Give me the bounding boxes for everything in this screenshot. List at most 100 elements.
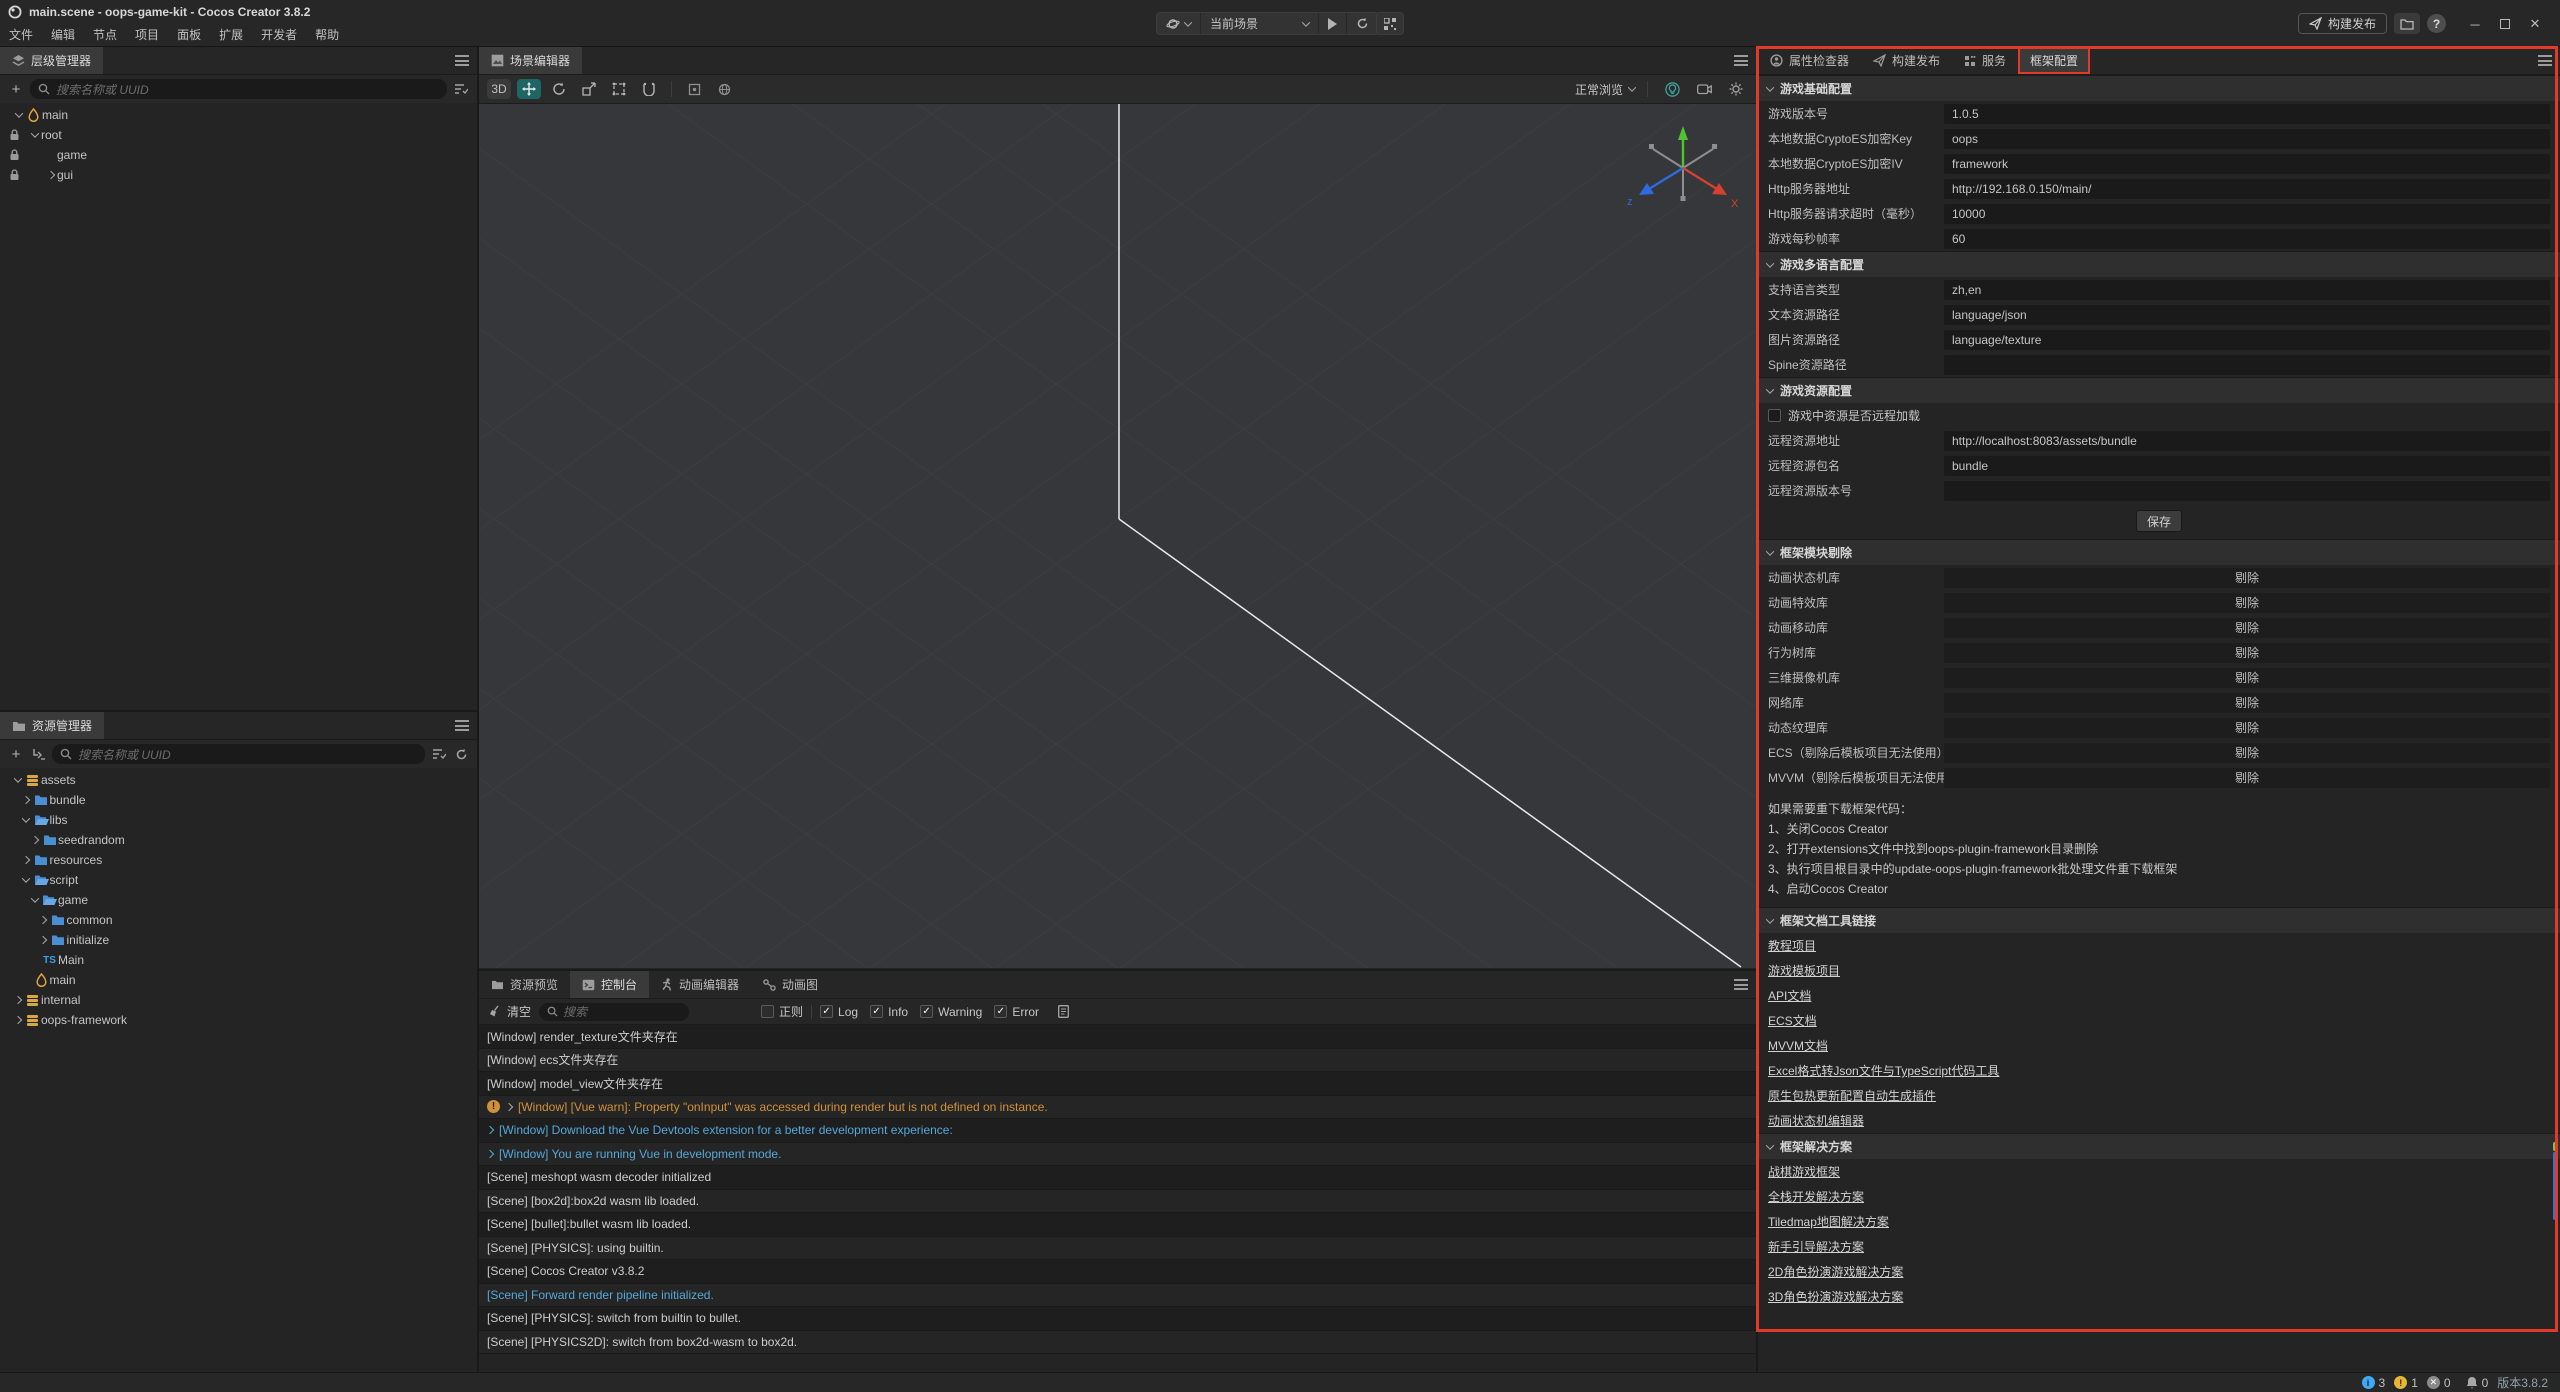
log-row[interactable]: [Window] ecs文件夹存在 <box>479 1049 1756 1073</box>
filter-log-checkbox[interactable]: ✓Log <box>820 1005 858 1019</box>
section-header[interactable]: 游戏基础配置 <box>1758 75 2560 101</box>
expand-arrow[interactable] <box>28 897 41 903</box>
expand-arrow[interactable] <box>20 877 33 883</box>
ui-transform-tool-button[interactable] <box>637 79 661 99</box>
doc-link[interactable]: 游戏模板项目 <box>1768 962 1840 979</box>
section-header[interactable]: 游戏资源配置 <box>1758 377 2560 403</box>
view-mode-select[interactable]: 正常浏览 <box>1575 81 1635 98</box>
console-search-input[interactable]: 搜索 <box>539 1003 689 1021</box>
help-button[interactable]: ? <box>2427 14 2446 33</box>
minimize-button[interactable]: ─ <box>2460 13 2490 35</box>
expand-arrow[interactable] <box>12 112 25 118</box>
property-input[interactable]: 10000 <box>1944 204 2550 224</box>
remove-module-button[interactable]: 剔除 <box>1944 618 2550 638</box>
chevron-down-icon[interactable] <box>1766 1141 1774 1149</box>
property-input[interactable]: language/json <box>1944 305 2550 325</box>
menu-节点[interactable]: 节点 <box>84 25 126 45</box>
asset-node-Main[interactable]: TSMain <box>0 950 477 970</box>
chevron-down-icon[interactable] <box>1766 385 1774 393</box>
chevron-down-icon[interactable] <box>22 814 30 822</box>
property-input[interactable]: zh,en <box>1944 280 2550 300</box>
expand-arrow[interactable] <box>20 797 33 803</box>
chevron-right-icon[interactable] <box>486 1150 494 1158</box>
doc-link[interactable]: Excel格式转Json文件与TypeScript代码工具 <box>1768 1062 1999 1079</box>
property-input[interactable]: oops <box>1944 129 2550 149</box>
expand-arrow[interactable] <box>44 172 57 178</box>
property-input[interactable] <box>1944 355 2550 375</box>
section-header[interactable]: 框架模块剔除 <box>1758 539 2560 565</box>
preview-qr-button[interactable] <box>1376 12 1404 35</box>
scene-viewport[interactable]: X z <box>479 104 1756 968</box>
log-row[interactable]: [Window] render_texture文件夹存在 <box>479 1025 1756 1049</box>
doc-link[interactable]: API文档 <box>1768 987 1811 1004</box>
toggle-3d-button[interactable]: 3D <box>487 79 511 99</box>
tab-服务[interactable]: 服务 <box>1952 47 2018 74</box>
tab-控制台[interactable]: 控制台 <box>570 971 649 998</box>
doc-link[interactable]: MVVM文档 <box>1768 1037 1828 1054</box>
status-warning-counter[interactable]: ! 1 <box>2394 1376 2418 1390</box>
log-row[interactable]: [Scene] [PHYSICS2D]: switch from box2d-w… <box>479 1331 1756 1355</box>
scale-tool-button[interactable] <box>577 79 601 99</box>
checkbox-icon[interactable] <box>1768 409 1781 422</box>
asset-node-oops-framework[interactable]: oops-framework <box>0 1010 477 1030</box>
section-header[interactable]: 游戏多语言配置 <box>1758 251 2560 277</box>
log-row[interactable]: [Scene] [PHYSICS]: switch from builtin t… <box>479 1307 1756 1331</box>
chevron-right-icon[interactable] <box>39 916 47 924</box>
inspector-menu-icon[interactable] <box>2538 55 2552 66</box>
assets-menu-icon[interactable] <box>455 720 469 731</box>
chevron-down-icon[interactable] <box>1766 83 1774 91</box>
chevron-down-icon[interactable] <box>1766 547 1774 555</box>
menu-文件[interactable]: 文件 <box>0 25 42 45</box>
tab-动画图[interactable]: 动画图 <box>751 971 830 998</box>
remove-module-button[interactable]: 剔除 <box>1944 668 2550 688</box>
filter-warning-checkbox[interactable]: ✓Warning <box>920 1005 982 1019</box>
menu-帮助[interactable]: 帮助 <box>306 25 348 45</box>
chevron-right-icon[interactable] <box>486 1126 494 1134</box>
doc-link[interactable]: Tiledmap地图解决方案 <box>1768 1213 1889 1230</box>
play-button[interactable] <box>1319 13 1347 34</box>
asset-node-libs[interactable]: libs <box>0 810 477 830</box>
asset-node-main[interactable]: main <box>0 970 477 990</box>
remove-module-button[interactable]: 剔除 <box>1944 593 2550 613</box>
doc-link[interactable]: 战棋游戏框架 <box>1768 1163 1840 1180</box>
remove-module-button[interactable]: 剔除 <box>1944 643 2550 663</box>
maximize-button[interactable] <box>2490 13 2520 35</box>
chevron-down-icon[interactable] <box>13 774 21 782</box>
lighting-toggle-button[interactable] <box>1660 79 1684 99</box>
log-row[interactable]: [Scene] [PHYSICS]: using builtin. <box>479 1237 1756 1261</box>
log-row[interactable]: [Scene] meshopt wasm decoder initialized <box>479 1166 1756 1190</box>
remove-module-button[interactable]: 剔除 <box>1944 718 2550 738</box>
doc-link[interactable]: 2D角色扮演游戏解决方案 <box>1768 1263 1903 1280</box>
scene-select[interactable]: 当前场景 <box>1201 13 1319 34</box>
chevron-down-icon[interactable] <box>1766 259 1774 267</box>
asset-node-assets[interactable]: assets <box>0 770 477 790</box>
chevron-right-icon[interactable] <box>22 856 30 864</box>
doc-link[interactable]: 教程项目 <box>1768 937 1816 954</box>
asset-node-seedrandom[interactable]: seedrandom <box>0 830 477 850</box>
hierarchy-node-game[interactable]: game <box>0 145 477 165</box>
tab-资源预览[interactable]: 资源预览 <box>479 971 570 998</box>
property-input[interactable]: language/texture <box>1944 330 2550 350</box>
close-button[interactable]: ✕ <box>2520 13 2550 35</box>
hierarchy-node-main[interactable]: main <box>0 105 477 125</box>
property-input[interactable]: http://localhost:8083/assets/bundle <box>1944 431 2550 451</box>
open-project-folder-button[interactable] <box>2394 13 2420 34</box>
expand-arrow[interactable] <box>28 132 41 138</box>
chevron-down-icon[interactable] <box>30 894 38 902</box>
hierarchy-menu-icon[interactable] <box>455 55 469 66</box>
move-tool-button[interactable] <box>517 79 541 99</box>
expand-arrow[interactable] <box>37 917 50 923</box>
doc-link[interactable]: 全栈开发解决方案 <box>1768 1188 1864 1205</box>
asset-node-resources[interactable]: resources <box>0 850 477 870</box>
menu-编辑[interactable]: 编辑 <box>42 25 84 45</box>
remove-module-button[interactable]: 剔除 <box>1944 768 2550 788</box>
filter-info-checkbox[interactable]: ✓Info <box>870 1005 908 1019</box>
tab-assets[interactable]: 资源管理器 <box>0 712 104 739</box>
expand-arrow[interactable] <box>37 937 50 943</box>
section-header[interactable]: 框架文档工具链接 <box>1758 907 2560 933</box>
rotate-tool-button[interactable] <box>547 79 571 99</box>
create-asset-button[interactable]: + <box>8 746 24 762</box>
doc-link[interactable]: 3D角色扮演游戏解决方案 <box>1768 1288 1903 1305</box>
log-row[interactable]: [Scene] Forward render pipeline initiali… <box>479 1284 1756 1308</box>
log-file-icon[interactable] <box>1055 1004 1071 1020</box>
